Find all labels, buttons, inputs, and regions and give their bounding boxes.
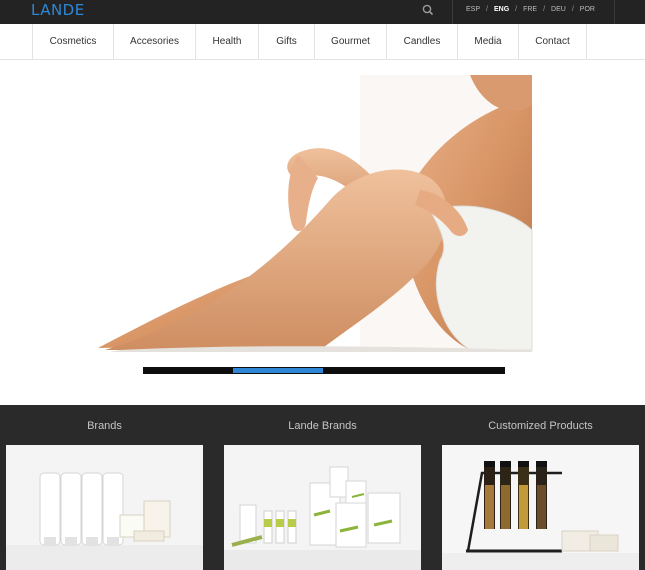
hero-slider-thumb[interactable] [233,368,323,373]
lang-separator: / [543,6,546,13]
customized-products-card[interactable] [442,445,639,570]
lang-separator: / [486,6,488,13]
language-switcher: ESP / ENG / FRE / DEU / POR [452,0,615,24]
nav-item-contact[interactable]: Contact [518,24,587,59]
brands-card[interactable] [6,445,203,570]
brands-section: Brands Lande Brands Customized Products [0,405,645,570]
search-icon[interactable] [421,3,435,17]
section-title-brands: Brands [87,420,122,432]
lande-brands-card[interactable] [224,445,421,570]
pure-amenities-photo [224,445,421,570]
lang-por[interactable]: POR [580,6,595,13]
lang-eng[interactable]: ENG [494,6,509,13]
nav-item-cosmetics[interactable]: Cosmetics [32,24,113,59]
main-nav: Cosmetics Accesories Health Gifts Gourme… [0,24,645,60]
nav-item-health[interactable]: Health [195,24,258,59]
nav-item-gourmet[interactable]: Gourmet [314,24,386,59]
section-title-customized-products: Customized Products [488,420,593,432]
bottle-rack-photo [442,445,639,570]
lang-separator: / [571,6,574,13]
lang-deu[interactable]: DEU [551,6,566,13]
nav-item-candles[interactable]: Candles [386,24,457,59]
section-title-lande-brands: Lande Brands [288,420,357,432]
woman-in-towel-photo [98,75,533,352]
lande-logo[interactable]: LANDE [31,1,85,19]
lang-fre[interactable]: FRE [523,6,537,13]
language-list: ESP / ENG / FRE / DEU / POR [466,6,595,13]
lang-separator: / [515,6,518,13]
hero-banner [0,60,645,405]
top-bar: LANDE ESP / ENG / FRE / DEU / POR [0,0,645,24]
nav-item-accesories[interactable]: Accesories [113,24,195,59]
nav-item-media[interactable]: Media [457,24,518,59]
white-tubes-and-soaps-photo [6,445,203,570]
hero-slider[interactable] [143,367,505,374]
nav-item-gifts[interactable]: Gifts [258,24,314,59]
lang-esp[interactable]: ESP [466,6,480,13]
